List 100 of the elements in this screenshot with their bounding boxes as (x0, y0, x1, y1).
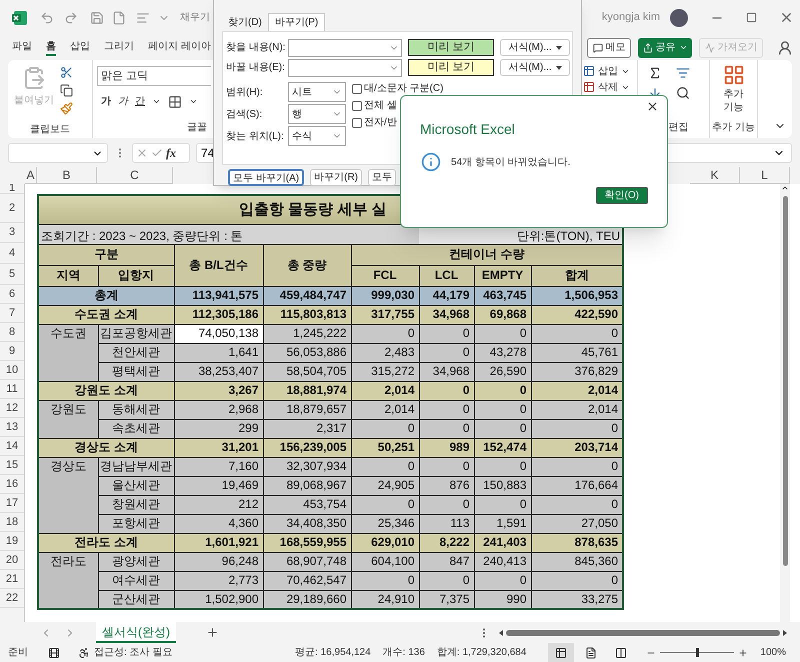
checkbox[interactable] (352, 84, 362, 94)
insert-cells-button[interactable]: 삽입 (583, 64, 630, 78)
format-button[interactable]: 서식(M)... (500, 39, 570, 56)
dialog-tab[interactable]: 바꾸기(P) (268, 13, 326, 31)
accessibility-status[interactable]: 접근성: 조사 필요 (94, 645, 172, 660)
font-style-button[interactable]: 가 (118, 94, 128, 109)
caret-icon[interactable] (556, 64, 562, 70)
sort-filter-icon[interactable] (676, 66, 690, 80)
column-header[interactable]: B (62, 166, 70, 184)
row-header[interactable]: 11 (6, 384, 18, 394)
memo-button[interactable]: 메모 (587, 38, 631, 58)
dialog-button[interactable]: 바꾸기(R) (310, 169, 362, 186)
combo-field[interactable] (288, 58, 402, 76)
zoom-in-icon[interactable] (738, 648, 748, 658)
font-style-button[interactable]: 가 (101, 94, 111, 109)
checkbox[interactable] (352, 100, 362, 110)
sum-text: 합계: 1,729,320,684 (436, 646, 526, 660)
ribbon-tab[interactable]: 삽입 (70, 39, 90, 56)
dialog-tab[interactable]: 찾기(D) (222, 13, 268, 31)
row-header[interactable]: 20 (6, 554, 18, 566)
table-cell: 25,346 (351, 514, 419, 533)
scroll-up-icon[interactable] (781, 184, 789, 192)
row-header[interactable]: 3 (8, 227, 16, 238)
new-file-icon[interactable] (112, 10, 126, 24)
share-button[interactable]: 공유 (638, 38, 692, 58)
horizontal-scrollbar[interactable] (506, 630, 780, 636)
format-icon[interactable] (136, 10, 150, 24)
save-icon[interactable] (90, 10, 104, 24)
column-header[interactable]: L (761, 166, 768, 184)
copy-icon[interactable] (60, 84, 73, 97)
undo-icon[interactable] (40, 10, 54, 24)
row-header[interactable]: 13 (6, 422, 18, 432)
sheet-tab[interactable]: 셀서식(완성) (96, 622, 176, 643)
insert-function-button[interactable]: fx (166, 144, 176, 162)
redo-icon[interactable] (64, 10, 78, 24)
checkbox[interactable] (352, 118, 362, 128)
excel-logo-icon[interactable] (12, 10, 28, 26)
avatar[interactable] (670, 8, 688, 26)
row-header[interactable]: 8 (8, 326, 16, 338)
ribbon-tab[interactable]: 페이지 레이아 (148, 39, 211, 56)
combo-field[interactable] (288, 38, 402, 56)
macro-record-icon[interactable] (48, 646, 60, 658)
row-header[interactable]: 19 (6, 536, 18, 546)
add-ins-button[interactable]: 추가 기능 (718, 60, 748, 114)
ok-button[interactable]: 확인(O) (596, 187, 648, 204)
row-header[interactable]: 16 (6, 478, 18, 490)
format-button[interactable]: 서식(M)... (500, 59, 570, 76)
font-name-field[interactable]: 맑은 고딕 (97, 66, 211, 86)
table-cell: 150,883 (474, 476, 531, 495)
row-header[interactable]: 15 (6, 460, 18, 470)
row-header[interactable]: 7 (8, 308, 16, 318)
row-header[interactable]: 6 (8, 288, 16, 300)
accessibility-icon[interactable] (78, 646, 90, 658)
zoom-slider[interactable] (660, 648, 734, 657)
row-header[interactable]: 22 (6, 592, 18, 604)
ribbon-tab[interactable]: 그리기 (104, 39, 134, 56)
row-header[interactable]: 12 (6, 402, 18, 414)
ribbon-tab[interactable]: 홈 (46, 39, 56, 56)
row-header[interactable]: 9 (8, 346, 16, 356)
column-header[interactable]: A (26, 166, 34, 184)
scroll-left-icon[interactable] (498, 630, 504, 636)
ribbon-tab[interactable]: 파일 (12, 39, 32, 56)
dropdown[interactable]: 행 (288, 104, 346, 124)
row-header[interactable]: 18 (6, 516, 18, 528)
borders-icon[interactable] (168, 94, 182, 108)
maximize-icon[interactable] (746, 12, 757, 23)
column-header[interactable]: K (710, 166, 718, 184)
cut-icon[interactable] (60, 66, 73, 79)
dialog-button[interactable]: 모두 (368, 169, 396, 186)
table-cell: 1,502,900 (174, 590, 263, 609)
row-header[interactable]: 2 (8, 202, 16, 214)
row-header[interactable]: 17 (6, 498, 18, 508)
add-sheet-icon[interactable] (206, 626, 219, 639)
dialog-button[interactable]: 모두 바꾸기(A) (228, 169, 304, 186)
delete-cells-button[interactable]: 삭제 (583, 80, 630, 94)
view-button[interactable] (548, 643, 574, 662)
column-heading: FCL (351, 265, 419, 286)
region-label: 강원도 (38, 400, 98, 438)
dropdown[interactable]: 수식 (288, 126, 346, 146)
row-header[interactable]: 4 (8, 248, 16, 258)
format-painter-icon[interactable] (60, 102, 73, 115)
table-cell: 0 (351, 324, 419, 343)
row-header[interactable]: 21 (6, 574, 18, 584)
vertical-scrollbar[interactable] (780, 184, 790, 622)
sum-icon[interactable] (648, 66, 662, 80)
caret-icon[interactable] (556, 44, 562, 50)
search-icon[interactable] (676, 86, 690, 100)
row-header[interactable]: 5 (8, 268, 16, 280)
caret-icon[interactable] (152, 97, 161, 106)
person-icon[interactable] (777, 40, 793, 56)
dropdown[interactable]: 시트 (288, 82, 346, 102)
close-icon[interactable] (646, 100, 659, 113)
font-style-button[interactable]: 간 (135, 94, 145, 109)
column-header[interactable]: C (130, 166, 139, 184)
zoom-level[interactable]: 100% (760, 645, 786, 660)
caret-icon[interactable] (189, 97, 198, 106)
row-header[interactable]: 10 (6, 364, 18, 376)
column-heading: 지역 (38, 265, 98, 286)
scroll-right-icon[interactable] (782, 630, 788, 636)
row-header[interactable]: 14 (6, 440, 18, 452)
